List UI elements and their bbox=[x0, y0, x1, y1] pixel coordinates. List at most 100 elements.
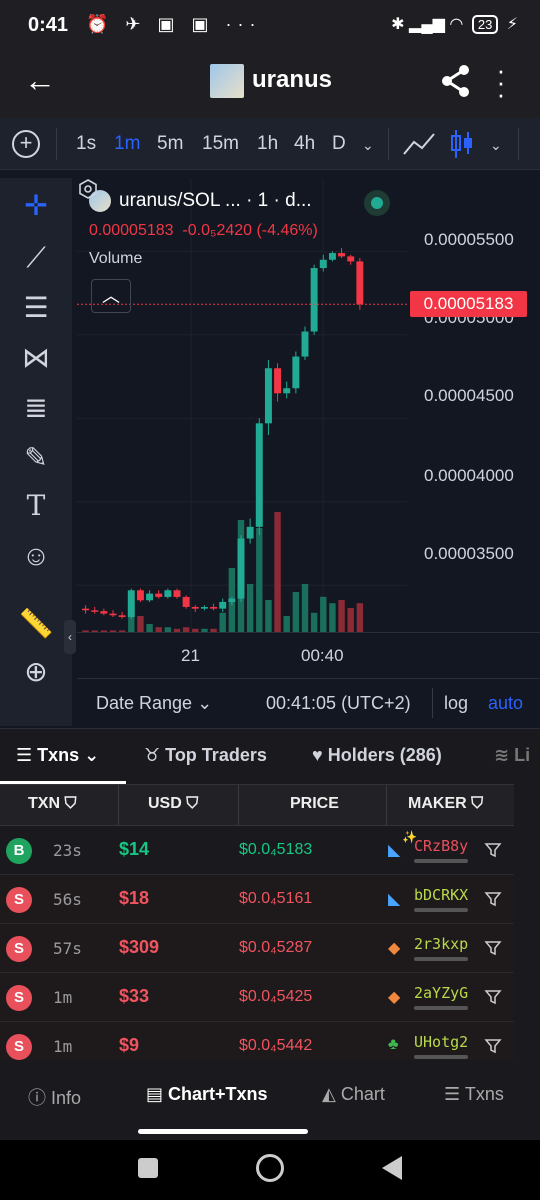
zoom-in-icon[interactable]: ⊕ bbox=[18, 654, 54, 690]
candle bbox=[82, 608, 90, 611]
txn-maker[interactable]: UHotg2 bbox=[414, 1033, 468, 1051]
line-chart-icon[interactable] bbox=[402, 132, 436, 156]
txn-usd: $9 bbox=[119, 1035, 140, 1055]
tf-1s[interactable]: 1s bbox=[76, 133, 96, 155]
txn-type-badge: S bbox=[6, 985, 32, 1011]
txn-age: 23s bbox=[53, 841, 82, 860]
candle bbox=[328, 253, 336, 260]
table-row[interactable]: S 1m $33 $0.0₄5425 ◆ 2aYZyG bbox=[0, 973, 514, 1022]
trend-line-icon[interactable]: ⟋ bbox=[18, 240, 54, 276]
maker-tag-icon: ◣ bbox=[388, 842, 401, 859]
auto-scale-toggle[interactable]: auto bbox=[488, 693, 523, 714]
y-tick: 0.00004500 bbox=[424, 386, 514, 405]
recents-icon[interactable] bbox=[138, 1158, 158, 1178]
emoji-icon[interactable]: ☺ bbox=[18, 538, 54, 574]
txn-maker[interactable]: CRzB8y bbox=[414, 837, 468, 855]
more-menu-icon[interactable]: · · · bbox=[496, 57, 506, 107]
table-scrollbar[interactable] bbox=[514, 784, 540, 1060]
timeframe-toolbar: + 1s 1m 5m 15m 1h 4h D ⌄ ⌄ bbox=[0, 118, 540, 170]
candle bbox=[219, 601, 227, 609]
collapse-toolbar-icon[interactable]: ‹ bbox=[64, 620, 76, 654]
tab-top-traders[interactable]: ♉ Top Traders bbox=[144, 745, 267, 766]
page-title: uranus bbox=[252, 66, 333, 93]
chart-clock: 00:41:05 (UTC+2) bbox=[266, 693, 411, 713]
filter-icon[interactable] bbox=[484, 1037, 502, 1055]
table-row[interactable]: S 57s $309 $0.0₄5287 ◆ 2r3kxp bbox=[0, 924, 514, 973]
candle bbox=[164, 590, 172, 597]
filter-icon[interactable] bbox=[484, 890, 502, 908]
home-icon[interactable] bbox=[256, 1154, 284, 1182]
txn-price: $0.0₄5425 bbox=[239, 988, 313, 1005]
legend-collapse-button[interactable]: ︿ bbox=[91, 279, 131, 313]
y-tick: 0.00005500 bbox=[424, 230, 514, 249]
filter-icon[interactable] bbox=[484, 841, 502, 859]
tf-5m[interactable]: 5m bbox=[157, 133, 183, 155]
prediction-icon[interactable]: ≣ bbox=[18, 390, 54, 426]
share-icon[interactable] bbox=[440, 64, 472, 98]
timeframe-dropdown-icon[interactable]: ⌄ bbox=[362, 137, 374, 154]
chart-type-dropdown-icon[interactable]: ⌄ bbox=[490, 137, 502, 154]
col-txn[interactable]: TXN ⛉ bbox=[28, 795, 76, 813]
txn-maker[interactable]: 2r3kxp bbox=[414, 935, 468, 953]
battery-icon: 23 bbox=[471, 15, 499, 34]
tf-d[interactable]: D bbox=[332, 133, 346, 155]
log-scale-toggle[interactable]: log bbox=[444, 693, 468, 714]
tab-txns[interactable]: ☰ Txns ⌄ bbox=[16, 745, 99, 766]
fib-retracement-icon[interactable]: ☰ bbox=[18, 290, 54, 326]
table-row[interactable]: S 1m $9 $0.0₄5442 ♣ UHotg2 bbox=[0, 1022, 514, 1060]
brush-icon[interactable]: ✎ bbox=[18, 440, 54, 476]
txn-price: $0.0₄5442 bbox=[239, 1037, 313, 1054]
tf-1m[interactable]: 1m bbox=[114, 133, 140, 155]
add-symbol-icon[interactable]: + bbox=[12, 130, 40, 158]
tab-holders[interactable]: ♥ Holders (286) bbox=[312, 745, 442, 766]
col-usd[interactable]: USD ⛉ bbox=[148, 795, 198, 813]
col-maker[interactable]: MAKER ⛉ bbox=[408, 795, 483, 813]
nav-chart-txns[interactable]: ▤ Chart+Txns bbox=[146, 1084, 268, 1105]
nav-txns[interactable]: ☰ Txns bbox=[444, 1084, 504, 1105]
filter-icon[interactable] bbox=[484, 939, 502, 957]
reset-view-icon[interactable] bbox=[77, 178, 99, 200]
tab-liquidity[interactable]: ≋ Li bbox=[494, 745, 530, 766]
candle bbox=[283, 388, 291, 394]
tf-1h[interactable]: 1h bbox=[257, 133, 278, 155]
table-row[interactable]: S 56s $18 $0.0₄5161 ◣ bDCRKX bbox=[0, 875, 514, 924]
maker-balance-bar bbox=[414, 908, 468, 912]
drawing-toolbar: ✛ ⟋ ☰ ⋈ ≣ ✎ T ☺ 📏 ⊕ ‹ bbox=[0, 178, 76, 726]
date-range-button[interactable]: Date Range ⌄ bbox=[96, 693, 212, 714]
candle-chart-icon[interactable] bbox=[450, 128, 474, 160]
system-nav-bar bbox=[0, 1140, 540, 1200]
nav-info[interactable]: ⓘ Info bbox=[28, 1084, 81, 1110]
tf-15m[interactable]: 15m bbox=[202, 133, 239, 155]
txn-maker[interactable]: 2aYZyG bbox=[414, 984, 468, 1002]
text-icon[interactable]: T bbox=[18, 488, 54, 524]
candle bbox=[109, 613, 117, 616]
back-arrow-icon[interactable]: ← bbox=[24, 62, 56, 99]
candle bbox=[200, 606, 208, 609]
tf-4h[interactable]: 4h bbox=[294, 133, 315, 155]
filter-icon[interactable] bbox=[484, 988, 502, 1006]
txn-type-badge: S bbox=[6, 887, 32, 913]
split-view-icon: ▤ bbox=[146, 1084, 164, 1104]
candle bbox=[301, 331, 309, 357]
price-chart[interactable]: uranus/SOL ... · 1 · d... 0.00005183 -0.… bbox=[77, 178, 540, 726]
charging-icon: ⚡ bbox=[506, 16, 518, 33]
candle bbox=[347, 256, 355, 262]
candle bbox=[127, 590, 135, 617]
candle bbox=[155, 593, 163, 597]
txn-type-badge: B bbox=[6, 838, 32, 864]
ruler-icon[interactable]: 📏 bbox=[18, 606, 54, 642]
nav-chart[interactable]: ◭ Chart bbox=[322, 1084, 385, 1105]
pattern-icon[interactable]: ⋈ bbox=[18, 340, 54, 376]
system-status-icons: ✱ ▂▄▆ ◠ 23 ⚡ bbox=[391, 14, 518, 34]
table-row[interactable]: B 23s $14 $0.0₄5183 ◣ CRzB8y ✨ bbox=[0, 826, 514, 875]
app-header: ← uranus · · · bbox=[0, 50, 540, 118]
txn-usd: $14 bbox=[119, 839, 150, 859]
crosshair-icon[interactable]: ✛ bbox=[18, 188, 54, 224]
volume-bar bbox=[274, 512, 281, 632]
back-icon[interactable] bbox=[382, 1156, 402, 1180]
txn-price: $0.0₄5183 bbox=[239, 841, 313, 858]
candle bbox=[182, 596, 190, 607]
txn-maker[interactable]: bDCRKX bbox=[414, 886, 468, 904]
bottom-nav: ⓘ Info ▤ Chart+Txns ◭ Chart ☰ Txns bbox=[0, 1060, 540, 1140]
x-tick: 00:40 bbox=[301, 646, 344, 665]
